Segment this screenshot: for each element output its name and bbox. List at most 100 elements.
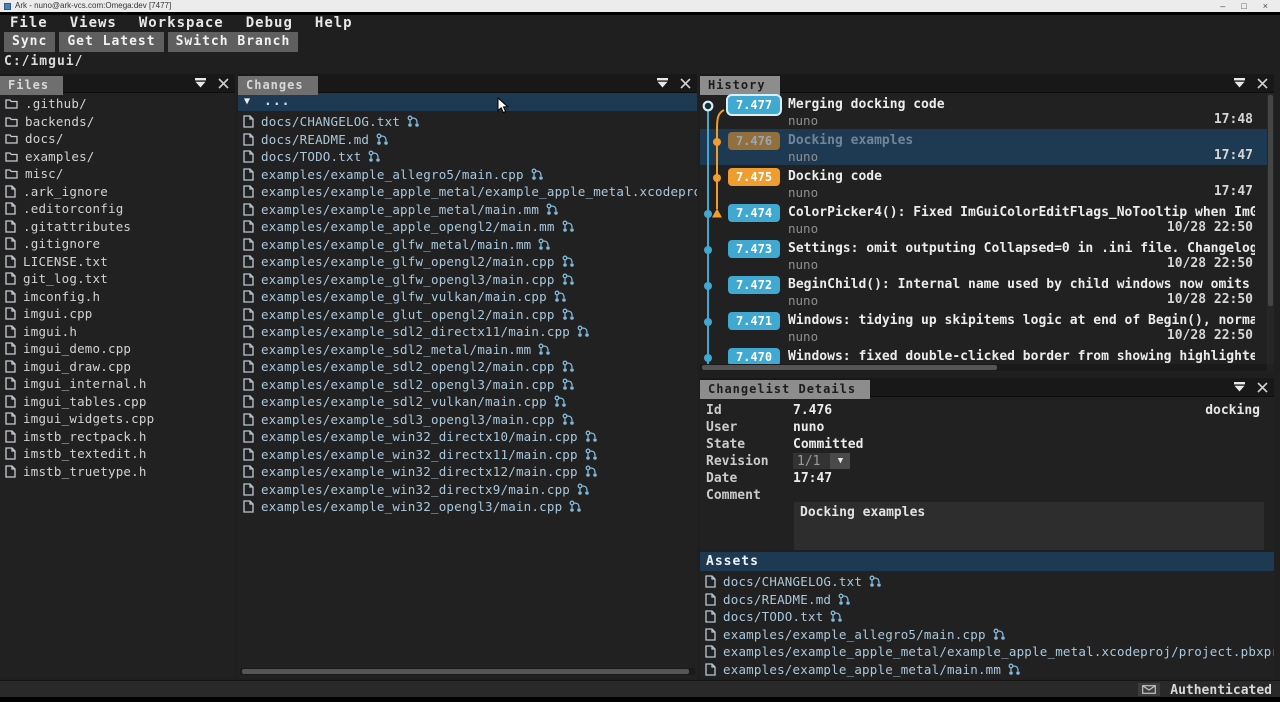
file-row[interactable]: imstb_textedit.h <box>0 445 235 463</box>
menu-help[interactable]: Help <box>315 15 353 31</box>
change-row[interactable]: examples/example_sdl2_opengl2/main.cpp <box>238 358 697 376</box>
file-row[interactable]: .editorconfig <box>0 200 235 218</box>
file-row[interactable]: imstb_truetype.h <box>0 463 235 481</box>
file-row[interactable]: LICENSE.txt <box>0 253 235 271</box>
file-row[interactable]: imgui_widgets.cpp <box>0 410 235 428</box>
change-row[interactable]: examples/example_sdl2_opengl3/main.cpp <box>238 376 697 394</box>
history-row-7.475[interactable]: 7.475Docking codenuno17:47 <box>700 165 1267 201</box>
history-row-7.476[interactable]: 7.476Docking examplesnuno17:47 <box>700 129 1267 165</box>
maximize-button[interactable]: □ <box>1241 2 1246 11</box>
history-row-7.473[interactable]: 7.473Settings: omit outputing Collapsed=… <box>700 237 1267 273</box>
change-row[interactable]: examples/example_win32_directx10/main.cp… <box>238 428 697 446</box>
file-row[interactable]: imstb_rectpack.h <box>0 428 235 446</box>
change-row[interactable]: examples/example_allegro5/main.cpp <box>238 166 697 184</box>
filter-icon[interactable] <box>1232 76 1247 91</box>
change-row[interactable]: examples/example_apple_opengl2/main.mm <box>238 218 697 236</box>
change-row[interactable]: examples/example_win32_opengl3/main.cpp <box>238 498 697 516</box>
menu-workspace[interactable]: Workspace <box>139 15 224 31</box>
menu-file[interactable]: File <box>10 15 48 31</box>
asset-row[interactable]: examples/example_apple_metal/example_app… <box>700 643 1274 661</box>
filter-icon[interactable] <box>193 76 208 91</box>
file-row[interactable]: git_log.txt <box>0 270 235 288</box>
change-row[interactable]: docs/TODO.txt <box>238 148 697 166</box>
commit-id-badge[interactable]: 7.475 <box>728 168 780 186</box>
file-row[interactable]: docs/ <box>0 130 235 148</box>
file-row[interactable]: imgui_tables.cpp <box>0 393 235 411</box>
history-row-7.472[interactable]: 7.472BeginChild(): Internal name used by… <box>700 273 1267 309</box>
filter-icon[interactable] <box>655 76 670 91</box>
menu-views[interactable]: Views <box>70 15 117 31</box>
get-latest-button[interactable]: Get Latest <box>59 32 163 52</box>
file-row[interactable]: examples/ <box>0 148 235 166</box>
branch-icon <box>993 628 1006 641</box>
file-row[interactable]: misc/ <box>0 165 235 183</box>
history-hscrollbar[interactable] <box>700 364 1267 371</box>
change-row[interactable]: examples/example_win32_directx9/main.cpp <box>238 481 697 499</box>
tab-files[interactable]: Files <box>0 76 63 95</box>
menu-debug[interactable]: Debug <box>246 15 293 31</box>
changes-hscrollbar[interactable] <box>240 668 695 675</box>
change-row[interactable]: docs/CHANGELOG.txt <box>238 113 697 131</box>
history-row-7.477[interactable]: 7.477Merging docking codenuno17:48 <box>700 93 1267 129</box>
file-row[interactable]: imgui.h <box>0 323 235 341</box>
sync-button[interactable]: Sync <box>4 32 55 52</box>
filter-icon[interactable] <box>1232 380 1247 395</box>
file-row[interactable]: imconfig.h <box>0 288 235 306</box>
change-row[interactable]: examples/example_glfw_vulkan/main.cpp <box>238 288 697 306</box>
file-row[interactable]: .ark_ignore <box>0 183 235 201</box>
file-row[interactable]: .gitattributes <box>0 218 235 236</box>
asset-row[interactable]: examples/example_allegro5/main.cpp <box>700 626 1274 644</box>
change-row[interactable]: examples/example_glfw_metal/main.mm <box>238 236 697 254</box>
revision-dropdown[interactable]: 1/1▼ <box>793 453 850 469</box>
change-row[interactable]: docs/README.md <box>238 131 697 149</box>
file-row[interactable]: imgui_draw.cpp <box>0 358 235 376</box>
file-row[interactable]: imgui_internal.h <box>0 375 235 393</box>
chevron-down-icon[interactable]: ▼ <box>830 453 850 469</box>
change-row[interactable]: examples/example_glut_opengl2/main.cpp <box>238 306 697 324</box>
change-row[interactable]: examples/example_glfw_opengl3/main.cpp <box>238 271 697 289</box>
asset-row[interactable]: examples/example_apple_metal/main.mm <box>700 661 1274 679</box>
change-row[interactable]: examples/example_sdl2_directx11/main.cpp <box>238 323 697 341</box>
change-row[interactable]: examples/example_win32_directx11/main.cp… <box>238 446 697 464</box>
file-row[interactable]: .gitignore <box>0 235 235 253</box>
history-row-7.470[interactable]: 7.470Windows: fixed double-clicked borde… <box>700 345 1267 364</box>
history-row-7.471[interactable]: 7.471Windows: tidying up skipitems logic… <box>700 309 1267 345</box>
switch-branch-button[interactable]: Switch Branch <box>168 32 299 52</box>
history-row-7.474[interactable]: 7.474ColorPicker4(): Fixed ImGuiColorEdi… <box>700 201 1267 237</box>
close-panel-icon[interactable] <box>678 76 693 91</box>
comment-textarea[interactable]: Docking examples <box>794 502 1264 550</box>
file-row[interactable]: backends/ <box>0 113 235 131</box>
commit-id-badge[interactable]: 7.477 <box>728 96 780 114</box>
change-row[interactable]: examples/example_win32_directx12/main.cp… <box>238 463 697 481</box>
commit-id-badge[interactable]: 7.472 <box>728 276 780 294</box>
tab-changes[interactable]: Changes <box>238 76 318 95</box>
file-row[interactable]: imgui_demo.cpp <box>0 340 235 358</box>
asset-row[interactable]: docs/TODO.txt <box>700 608 1274 626</box>
change-row[interactable]: examples/example_glfw_opengl2/main.cpp <box>238 253 697 271</box>
change-row[interactable]: examples/example_sdl2_vulkan/main.cpp <box>238 393 697 411</box>
close-panel-icon[interactable] <box>1255 380 1270 395</box>
file-row[interactable]: imgui.cpp <box>0 305 235 323</box>
close-panel-icon[interactable] <box>1255 76 1270 91</box>
commit-id-badge[interactable]: 7.474 <box>728 204 780 222</box>
commit-id-badge[interactable]: 7.473 <box>728 240 780 258</box>
change-row[interactable]: examples/example_apple_metal/main.mm <box>238 201 697 219</box>
close-button[interactable]: × <box>1263 2 1268 11</box>
asset-row[interactable]: docs/CHANGELOG.txt <box>700 573 1274 591</box>
change-row[interactable]: examples/example_apple_metal/example_app… <box>238 183 697 201</box>
change-row[interactable]: examples/example_sdl3_opengl3/main.cpp <box>238 411 697 429</box>
folder-icon <box>5 133 18 144</box>
commit-id-badge[interactable]: 7.470 <box>728 348 780 364</box>
file-row[interactable]: .github/ <box>0 95 235 113</box>
commit-id-badge[interactable]: 7.471 <box>728 312 780 330</box>
commit-id-badge[interactable]: 7.476 <box>728 132 780 150</box>
asset-row[interactable]: docs/README.md <box>700 591 1274 609</box>
changes-root-row[interactable]: ▼ ... <box>238 93 697 111</box>
change-row[interactable]: examples/example_sdl2_metal/main.mm <box>238 341 697 359</box>
close-panel-icon[interactable] <box>216 76 231 91</box>
tab-changelist-details[interactable]: Changelist Details <box>700 380 870 399</box>
expand-arrow-icon[interactable]: ▼ <box>244 96 250 107</box>
minimize-button[interactable]: – <box>1220 2 1225 11</box>
history-vscrollbar[interactable] <box>1267 93 1274 364</box>
mail-icon[interactable] <box>1138 683 1160 696</box>
